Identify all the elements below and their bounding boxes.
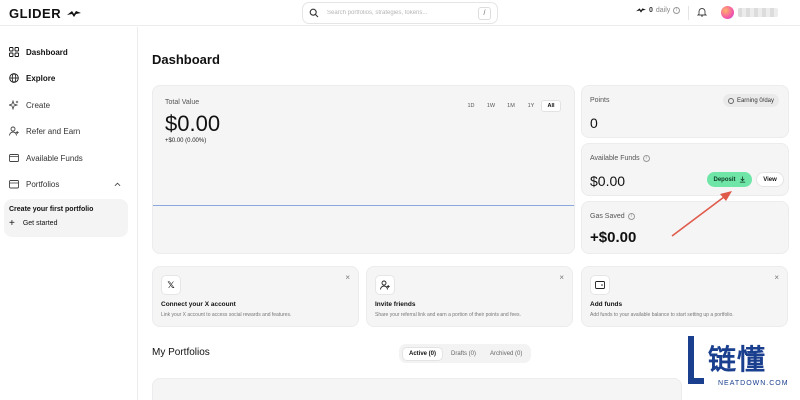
value-chart-line: [153, 205, 574, 206]
earning-badge-text: Earning 0/day: [736, 97, 774, 104]
glider-bird-icon: [636, 8, 646, 13]
x-logo-icon: 𝕏: [161, 275, 181, 295]
card-title: Connect your X account: [161, 301, 236, 308]
card-title: Add funds: [590, 301, 623, 308]
search-input[interactable]: [327, 10, 467, 16]
sidebar-item-explore[interactable]: Explore: [9, 71, 55, 85]
daily-points-value: 0: [649, 7, 653, 14]
range-1y[interactable]: 1Y: [521, 100, 541, 112]
available-funds-value: $0.00: [590, 173, 626, 189]
create-portfolio-card: Create your first portfolio + Get starte…: [4, 199, 128, 237]
available-funds-label: Available Funds: [590, 155, 640, 162]
brand-name: GLIDER: [9, 6, 62, 21]
watermark-logo-icon: [688, 336, 704, 384]
brand-logo[interactable]: GLIDER: [9, 6, 82, 21]
close-icon[interactable]: ×: [559, 273, 564, 282]
time-range-selector: 1D 1W 1M 1Y All: [461, 100, 561, 112]
wallet-icon: [9, 154, 19, 162]
globe-icon: [9, 73, 19, 83]
gas-saved-label-row: Gas Saved i: [590, 213, 635, 220]
deposit-button[interactable]: Deposit: [707, 172, 752, 187]
user-plus-icon: [375, 275, 395, 295]
plus-icon: +: [9, 218, 15, 229]
sidebar-item-label: Dashboard: [26, 47, 68, 57]
account-name-blurred[interactable]: [738, 8, 778, 17]
get-started-label: Get started: [22, 220, 58, 227]
watermark: 链懂 NEATDOWN.COM: [682, 330, 800, 400]
points-card: Points 0 Earning 0/day: [581, 85, 789, 138]
card-title: Invite friends: [375, 301, 416, 308]
sidebar-item-available-funds[interactable]: Available Funds: [9, 151, 83, 165]
sidebar-item-portfolios[interactable]: Portfolios: [9, 177, 59, 191]
watermark-en: NEATDOWN.COM: [718, 380, 789, 387]
earning-badge: Earning 0/day: [722, 94, 779, 107]
deposit-label: Deposit: [713, 176, 736, 183]
sidebar: Dashboard Explore Create Refer and Earn …: [0, 27, 138, 400]
sidebar-item-label: Refer and Earn: [26, 126, 81, 136]
wallet-icon: [590, 275, 610, 295]
add-funds-card[interactable]: × Add funds Add funds to your available …: [581, 266, 788, 327]
total-value-card: Total Value $0.00 +$0.00 (0.00%) 1D 1W 1…: [152, 85, 575, 254]
connect-x-card[interactable]: 𝕏 × Connect your X account Link your X a…: [152, 266, 359, 327]
sidebar-item-label: Portfolios: [26, 179, 60, 189]
sidebar-item-create[interactable]: Create: [9, 98, 50, 112]
range-1d[interactable]: 1D: [461, 100, 481, 112]
sidebar-item-label: Create: [26, 100, 51, 110]
search-icon: [309, 8, 319, 18]
watermark-cn: 链懂: [708, 343, 767, 376]
bell-icon[interactable]: [697, 7, 707, 17]
search-shortcut-key: /: [478, 6, 491, 20]
gas-saved-label: Gas Saved: [590, 213, 625, 220]
total-value-amount: $0.00: [165, 111, 221, 136]
glider-bird-icon: [67, 10, 82, 17]
range-1m[interactable]: 1M: [501, 100, 521, 112]
create-portfolio-title: Create your first portfolio: [9, 206, 94, 213]
close-icon[interactable]: ×: [345, 273, 350, 282]
portfolio-tabs: Active (0) Drafts (0) Archived (0): [399, 344, 532, 363]
invite-friends-card[interactable]: × Invite friends Share your referral lin…: [366, 266, 573, 327]
info-icon[interactable]: i: [673, 7, 681, 14]
card-description: Link your X account to access social rew…: [161, 312, 292, 318]
clock-icon: [727, 97, 734, 104]
avatar[interactable]: [721, 6, 734, 19]
available-funds-label-row: Available Funds i: [590, 155, 650, 162]
header-divider: [688, 6, 689, 20]
tab-drafts[interactable]: Drafts (0): [445, 348, 482, 360]
gas-saved-value: +$0.00: [590, 229, 637, 246]
chevron-up-icon[interactable]: [114, 181, 121, 188]
get-started-button[interactable]: + Get started: [9, 218, 123, 229]
daily-points-chip[interactable]: 0 daily i: [636, 7, 681, 14]
page-title: Dashboard: [152, 52, 220, 67]
grid-icon: [9, 47, 19, 57]
points-label: Points: [590, 97, 610, 104]
total-value-label: Total Value: [165, 99, 200, 106]
close-icon[interactable]: ×: [774, 273, 779, 282]
total-value-change: +$0.00 (0.00%): [165, 138, 207, 144]
range-1w[interactable]: 1W: [481, 100, 501, 112]
tab-active[interactable]: Active (0): [402, 346, 444, 361]
view-button[interactable]: View: [756, 172, 784, 187]
portfolios-heading: My Portfolios: [152, 347, 210, 358]
sidebar-item-dashboard[interactable]: Dashboard: [9, 45, 68, 59]
card-description: Share your referral link and earn a port…: [375, 312, 521, 318]
folder-icon: [9, 180, 19, 189]
sidebar-item-label: Explore: [26, 73, 56, 83]
info-icon[interactable]: i: [642, 155, 650, 162]
portfolios-list-card: [152, 378, 682, 400]
sparkle-icon: [9, 100, 19, 110]
user-plus-icon: [9, 126, 19, 136]
sidebar-item-label: Available Funds: [26, 153, 83, 163]
search-bar[interactable]: /: [302, 2, 498, 24]
tab-archived[interactable]: Archived (0): [484, 348, 528, 360]
points-value: 0: [590, 115, 598, 131]
card-description: Add funds to your available balance to s…: [590, 312, 734, 318]
range-all[interactable]: All: [541, 100, 561, 112]
info-icon[interactable]: i: [627, 213, 635, 220]
daily-points-suffix: daily: [655, 7, 671, 14]
download-icon: [739, 176, 745, 183]
top-bar: GLIDER / 0 daily i: [0, 0, 800, 26]
sidebar-item-refer-and-earn[interactable]: Refer and Earn: [9, 124, 80, 138]
annotation-arrow-icon: [671, 191, 732, 237]
